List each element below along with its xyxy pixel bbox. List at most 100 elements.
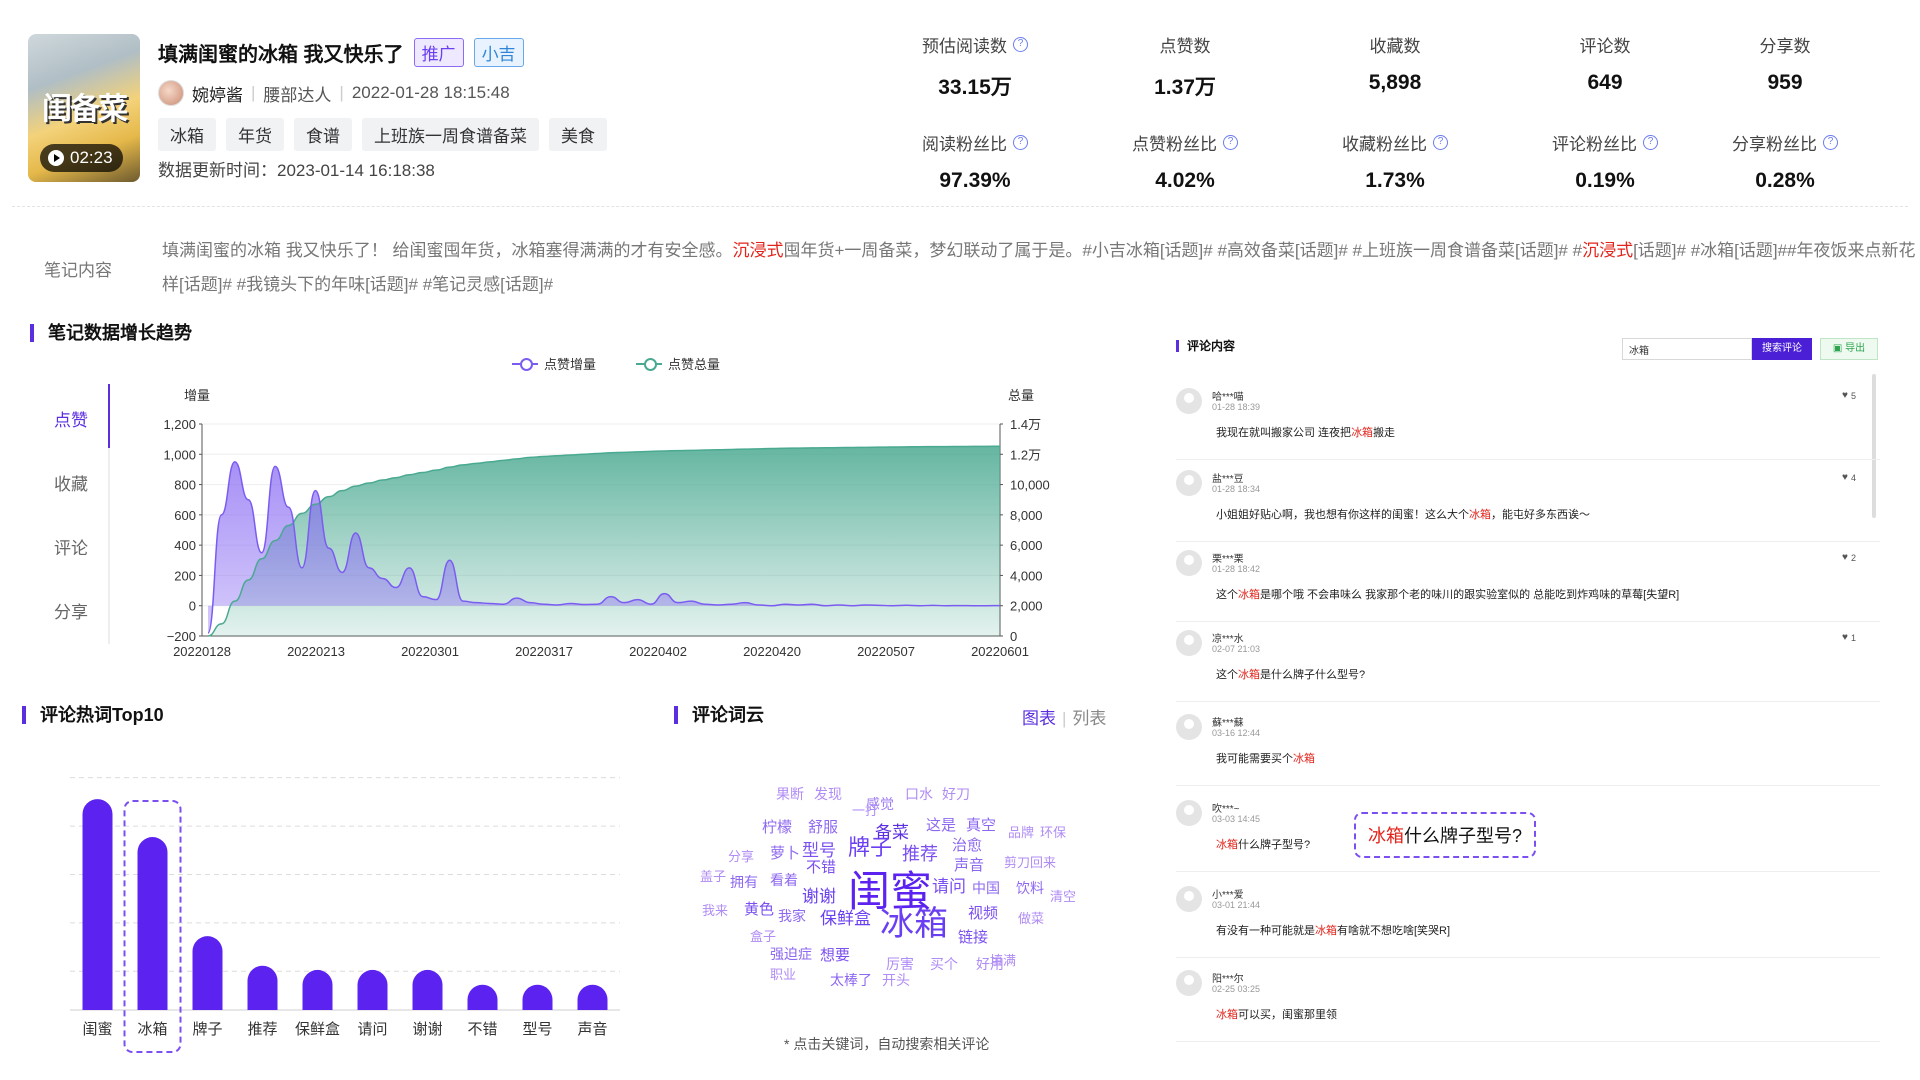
metric-tab[interactable]: 点赞 <box>50 406 110 431</box>
help-icon[interactable]: ? <box>1223 135 1238 150</box>
wordcloud-word[interactable]: 买个 <box>930 954 958 974</box>
metric-item: 点赞粉丝比? 4.02% <box>1100 130 1270 193</box>
wordcloud-word[interactable]: 我家 <box>778 906 806 926</box>
wordcloud-word[interactable]: 真空 <box>966 814 996 835</box>
help-icon[interactable]: ? <box>1433 135 1448 150</box>
wordcloud-word[interactable]: 发现 <box>814 784 842 804</box>
wordcloud-word[interactable]: 品牌 <box>1008 822 1034 841</box>
wordcloud-word[interactable]: 好刀 <box>942 784 970 804</box>
author-avatar[interactable] <box>158 80 184 106</box>
wordcloud-word[interactable]: 不错 <box>806 856 836 877</box>
wordcloud-word[interactable]: 视频 <box>968 902 998 923</box>
metric-tab[interactable]: 收藏 <box>50 470 110 495</box>
like-count[interactable]: ♥ 4 <box>1842 472 1856 483</box>
wordcloud-word[interactable]: 想要 <box>820 944 850 965</box>
comment-item[interactable]: 栗***栗 01-28 18:42 这个冰箱是哪个哦 不会串味么 我家那个老的味川的… <box>1176 542 1880 622</box>
wordcloud-word[interactable]: 做菜 <box>1018 908 1044 927</box>
comment-segment: 是什么牌子什么型号? <box>1260 669 1366 681</box>
wordcloud-word[interactable]: 环保 <box>1040 822 1066 841</box>
metric-tab[interactable]: 分享 <box>50 598 110 623</box>
avatar[interactable] <box>1176 388 1202 414</box>
legend-total[interactable]: 点赞总量 <box>636 354 720 373</box>
wordcloud-word[interactable]: 中国 <box>972 878 1000 898</box>
tag-chip[interactable]: 美食 <box>549 118 607 151</box>
highlighted-keyword: 冰箱 <box>1351 427 1374 439</box>
comment-segment: 小姐姐好贴心啊，我也想有你这样的闺蜜！这么大个 <box>1216 509 1469 521</box>
wordcloud-word[interactable]: 开头 <box>882 970 910 990</box>
wordcloud-word[interactable]: 我来 <box>702 900 728 919</box>
help-icon[interactable]: ? <box>1823 135 1838 150</box>
avatar[interactable] <box>1176 970 1202 996</box>
wordcloud-word[interactable]: 果断 <box>776 784 804 804</box>
bar <box>137 837 168 1010</box>
wordcloud-word[interactable]: 职业 <box>770 964 796 983</box>
wordcloud-word[interactable]: 保鲜盒 <box>820 904 871 929</box>
y2-tick-label: 6,000 <box>1010 538 1043 553</box>
wordcloud-word[interactable]: 盒子 <box>750 926 776 945</box>
wordcloud-word[interactable]: 黄色 <box>744 898 774 919</box>
wordcloud-word[interactable]: 饮料 <box>1016 878 1044 898</box>
wordcloud-word[interactable]: 请问 <box>932 872 966 897</box>
help-icon[interactable]: ? <box>1643 135 1658 150</box>
wordcloud-word[interactable]: 好用 <box>976 954 1004 974</box>
comment-search-input[interactable] <box>1622 338 1752 360</box>
wordcloud-word[interactable]: 舒服 <box>808 816 838 837</box>
author-name[interactable]: 婉婷酱 <box>192 81 243 106</box>
like-count[interactable]: ♥ 5 <box>1842 390 1856 401</box>
wordcloud-word[interactable]: 剪刀 <box>1004 852 1030 871</box>
wordcloud-word[interactable]: 盖子 <box>700 866 726 885</box>
help-icon[interactable]: ? <box>1013 37 1028 52</box>
comment-item[interactable]: 凉***水 02-07 21:03 这个冰箱是什么牌子什么型号? ♥ 1 <box>1176 622 1880 702</box>
comment-item[interactable]: 蘇***蘇 03-16 12:44 我可能需要买个冰箱 <box>1176 706 1880 786</box>
tag-chip[interactable]: 年货 <box>226 118 284 151</box>
wordcloud-word[interactable]: 一打 <box>852 800 878 819</box>
wordcloud-word[interactable]: 看着 <box>770 870 798 890</box>
wordcloud-word[interactable]: 冰箱 <box>880 896 948 945</box>
wordcloud-word[interactable]: 分享 <box>728 846 754 865</box>
x-tick-label: 20220317 <box>515 644 573 659</box>
comment-item[interactable]: 盐***豆 01-28 18:34 小姐姐好贴心啊，我也想有你这样的闺蜜！这么大个冰… <box>1176 462 1880 542</box>
wordcloud-word[interactable]: 回来 <box>1030 852 1056 871</box>
comment-item[interactable]: 阳***尔 02-25 03:25 冰箱可以买，闺蜜那里领 <box>1176 962 1880 1042</box>
bar <box>357 969 388 1010</box>
metric-tab[interactable]: 评论 <box>50 534 110 559</box>
search-comments-button[interactable]: 搜索评论 <box>1752 338 1812 360</box>
metric-value: 5,898 <box>1368 71 1422 94</box>
x-tick-label: 牌子 <box>192 1021 222 1038</box>
tab-list[interactable]: 列表 <box>1072 709 1106 728</box>
wordcloud-word[interactable]: 拥有 <box>730 872 758 892</box>
legend-increment[interactable]: 点赞增量 <box>512 354 596 373</box>
tag-chip[interactable]: 冰箱 <box>158 118 216 151</box>
avatar[interactable] <box>1176 886 1202 912</box>
like-count[interactable]: ♥ 2 <box>1842 552 1856 563</box>
x-tick-label: 20220402 <box>629 644 687 659</box>
wordcloud-word[interactable]: 柠檬 <box>762 816 792 837</box>
wordcloud-word[interactable]: 这是 <box>926 814 956 835</box>
wordcloud-word[interactable]: 清空 <box>1050 886 1076 905</box>
wordcloud-word[interactable]: 强迫症 <box>770 944 812 964</box>
wordcloud-word[interactable]: 治愈 <box>952 834 982 855</box>
comment-item[interactable]: 小***爱 03-01 21:44 有没有一种可能就是冰箱有啥就不想吃啥[笑哭R] <box>1176 878 1880 958</box>
export-button[interactable]: ▣ 导出 <box>1820 338 1878 360</box>
avatar[interactable] <box>1176 470 1202 496</box>
tab-chart[interactable]: 图表 <box>1022 709 1056 728</box>
wordcloud-word[interactable]: 口水 <box>905 784 933 804</box>
brand-badge[interactable]: 小吉 <box>473 38 524 67</box>
wordcloud-word[interactable]: 萝卜 <box>770 842 800 863</box>
metric-label: 点赞粉丝比? <box>1100 130 1270 155</box>
comment-item[interactable]: 哈***喵 01-28 18:39 我现在就叫搬家公司 连夜把冰箱搬走 ♥ 5 <box>1176 380 1880 460</box>
note-cover-thumbnail[interactable]: 闺备菜 02:23 <box>28 34 140 182</box>
tag-chip[interactable]: 食谱 <box>294 118 352 151</box>
avatar[interactable] <box>1176 800 1202 826</box>
wordcloud-word[interactable]: 链接 <box>958 926 988 947</box>
like-count[interactable]: ♥ 1 <box>1842 632 1856 643</box>
avatar[interactable] <box>1176 714 1202 740</box>
avatar[interactable] <box>1176 630 1202 656</box>
wordcloud-word[interactable]: 太棒了 <box>830 970 872 990</box>
tag-chip[interactable]: 上班族一周食谱备菜 <box>362 118 539 151</box>
note-title-row: 填满闺蜜的冰箱 我又快乐了 推广 小吉 <box>158 38 524 67</box>
comment-segment: 我可能需要买个 <box>1216 753 1293 765</box>
avatar[interactable] <box>1176 550 1202 576</box>
help-icon[interactable]: ? <box>1013 135 1028 150</box>
heart-icon: ♥ <box>1842 472 1848 483</box>
